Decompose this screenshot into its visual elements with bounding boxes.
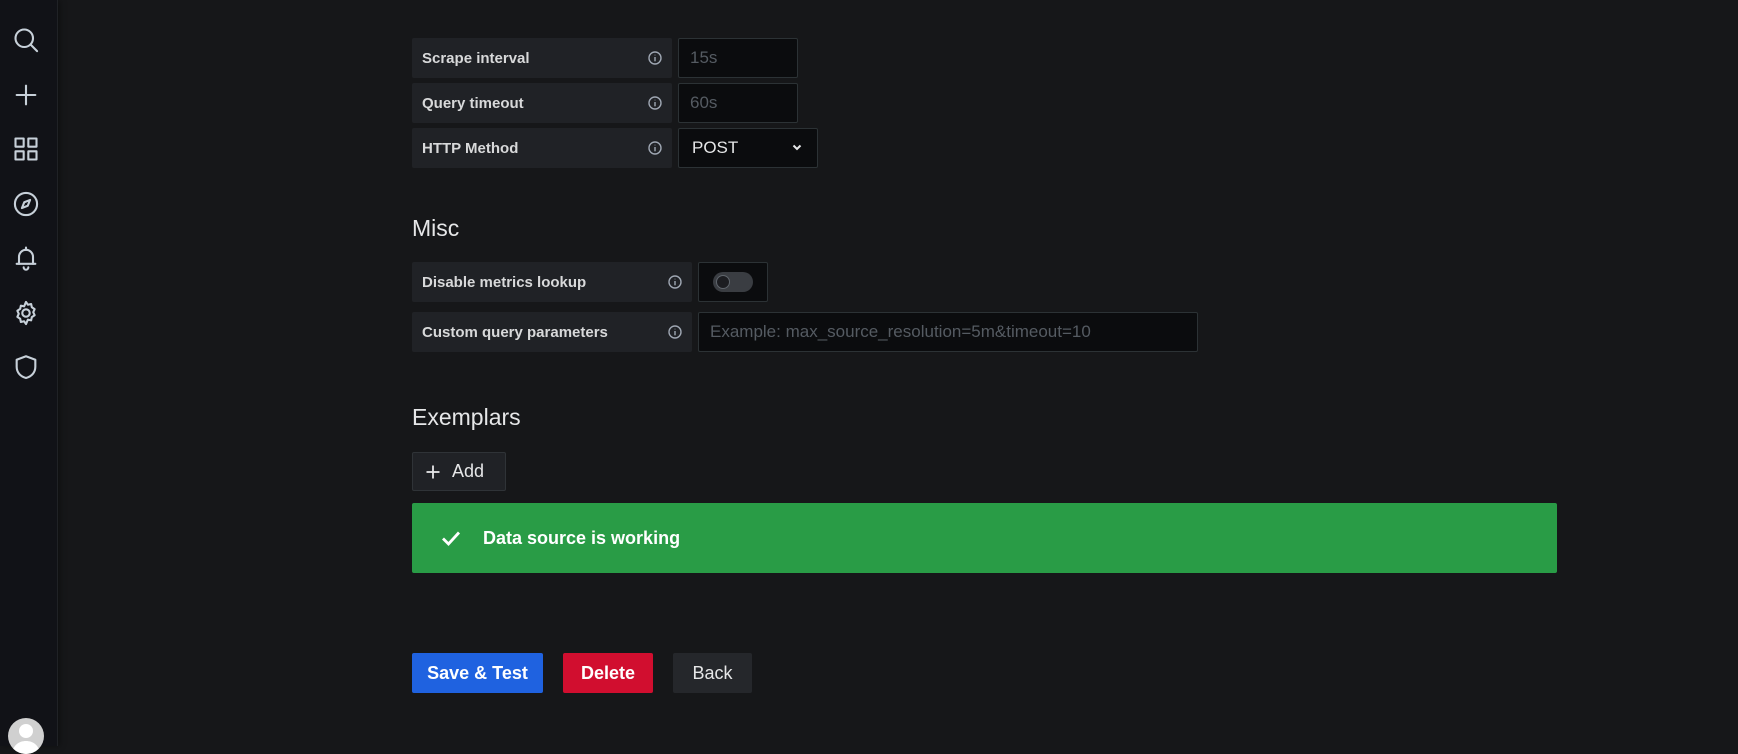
scrape-interval-label-text: Scrape interval — [422, 49, 530, 67]
query-timeout-input[interactable]: 60s — [678, 83, 798, 123]
query-timeout-row: Query timeout 60s — [412, 83, 798, 123]
check-icon — [442, 531, 461, 547]
avatar[interactable] — [8, 718, 44, 754]
back-button[interactable]: Back — [673, 653, 752, 693]
compass-icon[interactable] — [8, 186, 44, 222]
status-alert: Data source is working — [412, 503, 1557, 573]
scrape-interval-label: Scrape interval — [412, 38, 672, 78]
search-icon[interactable] — [8, 22, 44, 58]
plus-icon — [426, 465, 440, 478]
alert-message: Data source is working — [483, 527, 681, 548]
toggle-switch[interactable] — [713, 272, 753, 292]
disable-metrics-lookup-row: Disable metrics lookup — [412, 262, 768, 302]
plus-icon[interactable] — [8, 77, 44, 113]
custom-query-parameters-row: Custom query parameters Example: max_sou… — [412, 312, 1198, 352]
http-method-label-text: HTTP Method — [422, 139, 519, 157]
add-exemplar-button[interactable]: Add — [412, 452, 506, 491]
custom-query-parameters-input[interactable]: Example: max_source_resolution=5m&timeou… — [698, 312, 1198, 352]
scrape-interval-row: Scrape interval 15s — [412, 38, 798, 78]
http-method-row: HTTP Method POST — [412, 128, 818, 168]
dashboards-icon[interactable] — [8, 131, 44, 167]
http-method-select[interactable]: POST — [678, 128, 818, 168]
custom-query-parameters-label: Custom query parameters — [412, 312, 692, 352]
shield-icon[interactable] — [8, 349, 44, 385]
custom-query-parameters-placeholder: Example: max_source_resolution=5m&timeou… — [710, 322, 1091, 341]
add-exemplar-label: Add — [452, 461, 485, 481]
info-icon[interactable] — [668, 325, 682, 339]
exemplars-section-title: Exemplars — [412, 404, 521, 430]
misc-section-title: Misc — [412, 215, 460, 241]
chevron-down-icon — [791, 138, 803, 158]
info-icon[interactable] — [648, 141, 662, 155]
disable-metrics-lookup-label: Disable metrics lookup — [412, 262, 692, 302]
disable-metrics-lookup-label-text: Disable metrics lookup — [422, 273, 587, 291]
info-icon[interactable] — [668, 275, 682, 289]
disable-metrics-lookup-toggle[interactable] — [698, 262, 768, 302]
custom-query-parameters-label-text: Custom query parameters — [422, 323, 608, 341]
sidebar — [0, 0, 58, 754]
http-method-value: POST — [692, 138, 739, 157]
http-method-label: HTTP Method — [412, 128, 672, 168]
gear-icon[interactable] — [8, 295, 44, 331]
bell-icon[interactable] — [8, 240, 44, 276]
query-timeout-label-text: Query timeout — [422, 94, 524, 112]
info-icon[interactable] — [648, 51, 662, 65]
scrape-interval-placeholder: 15s — [690, 48, 718, 67]
scrape-interval-input[interactable]: 15s — [678, 38, 798, 78]
query-timeout-placeholder: 60s — [690, 93, 718, 112]
toggle-knob — [716, 275, 730, 289]
save-test-button[interactable]: Save & Test — [412, 653, 543, 693]
delete-button[interactable]: Delete — [563, 653, 653, 693]
query-timeout-label: Query timeout — [412, 83, 672, 123]
info-icon[interactable] — [648, 96, 662, 110]
